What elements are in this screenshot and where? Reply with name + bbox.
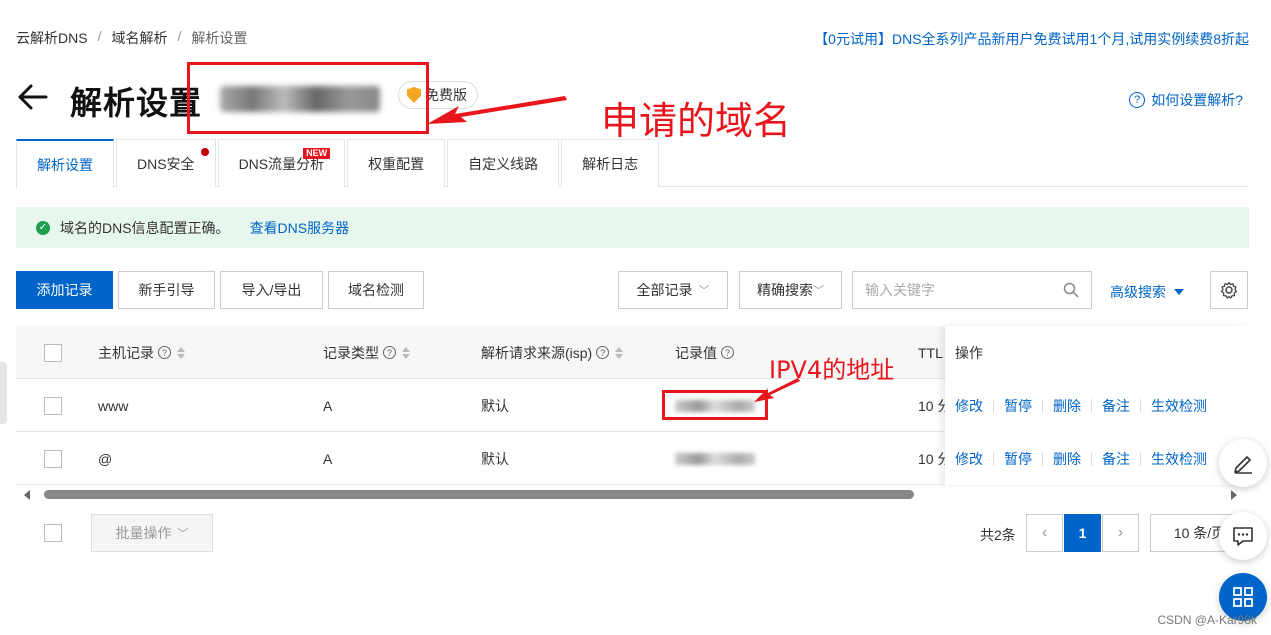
cell-isp: 默认 [481, 397, 509, 414]
check-circle-icon: ✓ [36, 220, 50, 235]
pause-link[interactable]: 暂停 [994, 449, 1042, 469]
breadcrumb: 云解析DNS / 域名解析 / 解析设置 [16, 28, 247, 48]
cell-isp: 默认 [481, 450, 509, 467]
search-icon[interactable] [1063, 282, 1079, 298]
apps-icon [1233, 587, 1253, 607]
remark-link[interactable]: 备注 [1092, 396, 1140, 416]
search-mode-select[interactable]: 精确搜索 ﹀ [739, 271, 842, 309]
gear-icon [1220, 281, 1238, 299]
pause-link[interactable]: 暂停 [994, 396, 1042, 416]
question-icon: ? [1129, 92, 1146, 108]
row-actions: 修改 暂停 删除 备注 生效检测 [955, 432, 1217, 485]
notification-dot [200, 148, 209, 156]
new-tag: NEW [303, 148, 331, 159]
prev-page-button[interactable]: ‹ [1026, 514, 1063, 552]
help-icon: ? [596, 346, 610, 359]
domain-check-button[interactable]: 域名检测 [328, 271, 424, 309]
pencil-icon [1234, 456, 1252, 474]
annotation-arrow-icon [427, 96, 567, 124]
sort-icon[interactable] [402, 346, 410, 359]
view-dns-servers-link[interactable]: 查看DNS服务器 [250, 218, 350, 238]
row-actions: 修改 暂停 删除 备注 生效检测 [955, 379, 1217, 432]
search-input[interactable] [865, 282, 1045, 298]
import-export-button[interactable]: 导入/导出 [220, 271, 323, 309]
footer-select-all-checkbox[interactable] [44, 524, 62, 542]
scroll-left-icon[interactable] [24, 490, 30, 500]
chevron-down-icon: ﹀ [177, 528, 189, 540]
cell-host: www [98, 397, 129, 414]
chevron-down-icon: ﹀ [698, 285, 710, 297]
tab-bar: 解析设置 DNS安全 DNS流量分析 NEW 权重配置 自定义线路 解析日志 [16, 139, 1249, 188]
domain-annotation: 申请的域名 [601, 99, 792, 143]
tab-dns-security[interactable]: DNS安全 [116, 139, 216, 187]
cell-host: @ [98, 450, 113, 467]
column-type[interactable]: 记录类型? [323, 326, 410, 379]
edit-link[interactable]: 修改 [955, 396, 993, 416]
breadcrumb-item-dns[interactable]: 云解析DNS [16, 28, 88, 48]
breadcrumb-separator: / [177, 28, 182, 44]
help-icon: ? [158, 346, 171, 359]
tab-dns-settings[interactable]: 解析设置 [16, 139, 114, 188]
page-title: 解析设置 [70, 85, 203, 121]
tab-custom-line[interactable]: 自定义线路 [447, 139, 560, 187]
scroll-right-icon[interactable] [1231, 490, 1237, 500]
dns-status-alert: ✓ 域名的DNS信息配置正确。 查看DNS服务器 [16, 207, 1249, 248]
sort-icon[interactable] [177, 346, 185, 359]
row-checkbox[interactable] [44, 396, 62, 415]
chat-float-button[interactable] [1219, 512, 1267, 560]
column-host[interactable]: 主机记录? [98, 326, 185, 379]
alert-text: 域名的DNS信息配置正确。 [60, 219, 230, 236]
batch-operations-select[interactable]: 批量操作 ﹀ [91, 514, 213, 552]
record-filter-select[interactable]: 全部记录 ﹀ [618, 271, 728, 309]
column-isp[interactable]: 解析请求来源(isp)? [481, 326, 624, 379]
horizontal-scrollbar[interactable] [16, 488, 1249, 502]
remark-link[interactable]: 备注 [1092, 449, 1140, 469]
column-ttl: TTL [918, 344, 943, 361]
verify-link[interactable]: 生效检测 [1141, 449, 1217, 469]
tab-weight[interactable]: 权重配置 [347, 139, 446, 187]
search-box [852, 271, 1092, 309]
domain-highlight-box [187, 62, 429, 134]
delete-link[interactable]: 删除 [1043, 449, 1091, 469]
cell-type: A [323, 450, 333, 467]
caret-down-icon [1174, 289, 1184, 295]
advanced-search-button[interactable]: 高级搜索 [1110, 282, 1184, 302]
sort-icon[interactable] [615, 346, 624, 359]
edit-float-button[interactable] [1219, 439, 1267, 487]
delete-link[interactable]: 删除 [1043, 396, 1091, 416]
back-arrow-icon[interactable] [16, 82, 50, 112]
column-actions: 操作 [955, 344, 983, 361]
tab-logs[interactable]: 解析日志 [561, 139, 660, 187]
breadcrumb-item-domains[interactable]: 域名解析 [111, 28, 167, 48]
row-checkbox[interactable] [44, 449, 62, 468]
cell-value-redacted [675, 432, 755, 485]
side-collapse-handle[interactable] [0, 362, 7, 424]
edit-link[interactable]: 修改 [955, 449, 993, 469]
breadcrumb-separator: / [97, 28, 102, 44]
scrollbar-thumb[interactable] [44, 490, 914, 499]
ipv4-annotation: IPV4的地址 [769, 356, 895, 384]
select-all-checkbox[interactable] [44, 343, 62, 362]
help-icon: ? [383, 346, 396, 359]
next-page-button[interactable]: › [1102, 514, 1139, 552]
help-link-label: 如何设置解析? [1151, 92, 1243, 108]
chat-icon [1233, 527, 1253, 546]
page-1-button[interactable]: 1 [1064, 514, 1101, 552]
column-value: 记录值? [675, 326, 734, 379]
pagination: ‹ 1 › [1026, 514, 1139, 552]
tab-dns-traffic[interactable]: DNS流量分析 NEW [217, 139, 346, 187]
operations-column: 操作 修改 暂停 删除 备注 生效检测 修改 暂停 删除 备注 生效检测 [945, 326, 1249, 485]
add-record-button[interactable]: 添加记录 [16, 271, 113, 309]
verify-link[interactable]: 生效检测 [1141, 396, 1217, 416]
settings-button[interactable] [1210, 271, 1248, 309]
cell-type: A [323, 397, 333, 414]
watermark: CSDN @A-Kar98k [1157, 613, 1257, 627]
total-count: 共2条 [980, 527, 1016, 543]
help-icon: ? [721, 346, 734, 359]
chevron-down-icon: ﹀ [813, 285, 824, 297]
breadcrumb-item-current: 解析设置 [191, 30, 248, 46]
promo-link[interactable]: 【0元试用】DNS全系列产品新用户免费试用1个月,试用实例续费8折起 [814, 29, 1249, 49]
guide-button[interactable]: 新手引导 [118, 271, 215, 309]
help-link[interactable]: ? 如何设置解析? [1129, 90, 1243, 110]
